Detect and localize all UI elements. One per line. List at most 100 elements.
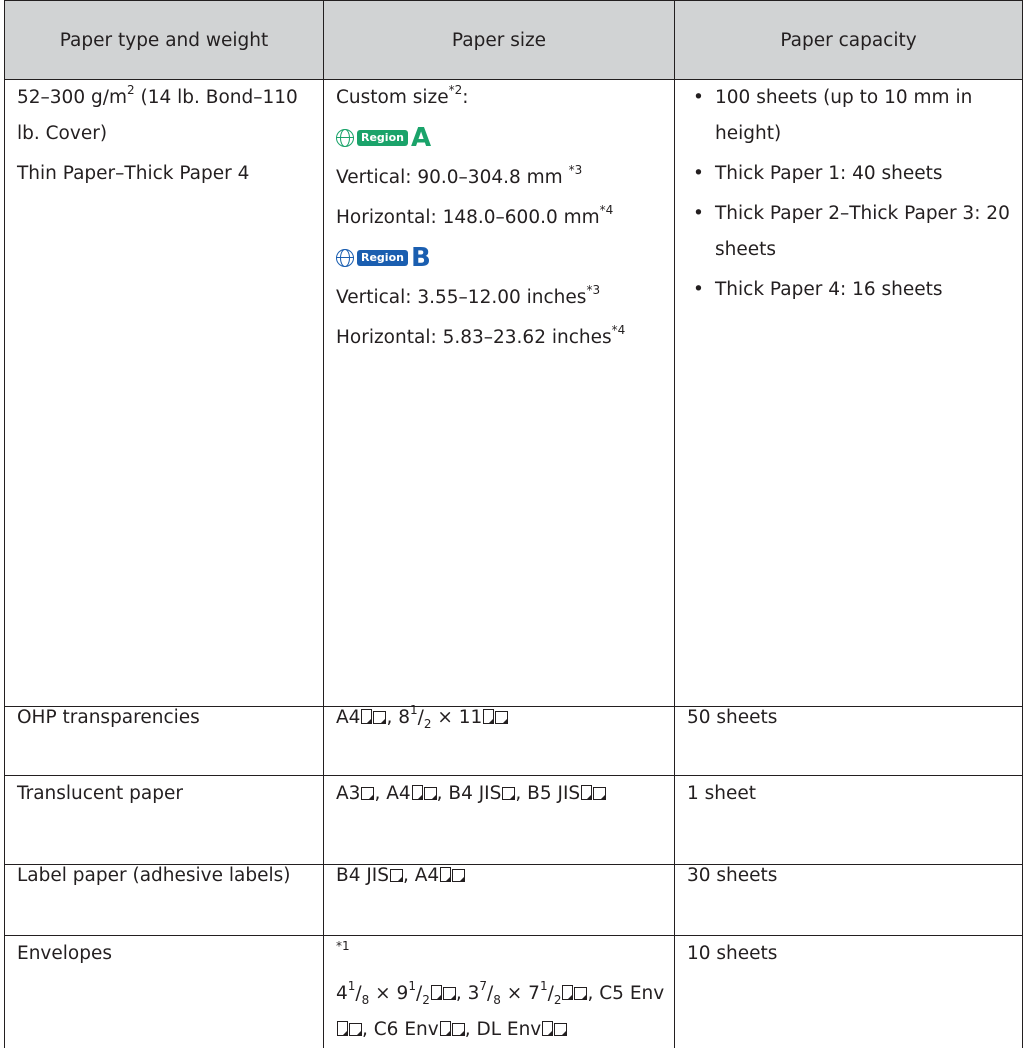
envelope-size-text: 4	[336, 983, 348, 1004]
envelope-size-text: , DL Env	[465, 1019, 542, 1040]
landscape-feed-icon	[373, 711, 386, 724]
envelope-sizes: 41/8 × 91/2, 37/8 × 71/2, C5 Env, C6 Env…	[336, 976, 666, 1048]
envelope-size-text: × 7	[501, 983, 540, 1004]
type-text: Envelopes	[17, 936, 315, 972]
vertical-text: Vertical: 90.0–304.8 mm	[336, 167, 569, 188]
footnote-ref: *3	[569, 163, 583, 177]
region-b-icon: Region B	[336, 242, 431, 274]
landscape-feed-icon	[361, 787, 374, 800]
fraction-numerator: 1	[410, 703, 418, 717]
capacity-text: Thick Paper 4: 16 sheets	[715, 279, 943, 300]
cell-paper-capacity: 50 sheets	[675, 707, 1023, 776]
landscape-feed-icon	[424, 787, 437, 800]
custom-size-text: Custom size	[336, 87, 449, 108]
thickness-range: Thin Paper–Thick Paper 4	[17, 156, 315, 192]
footnote-ref: *4	[600, 203, 614, 217]
capacity-text: 100 sheets (up to 10 mm in height)	[715, 87, 972, 144]
region-letter: A	[411, 125, 431, 151]
fraction-denominator: 8	[493, 993, 501, 1007]
size-b4: B4 JIS	[336, 865, 389, 886]
table-row: Translucent paper A3, A4, B4 JIS, B5 JIS…	[5, 776, 1023, 865]
cell-paper-type: OHP transparencies	[5, 707, 324, 776]
bullet: •	[693, 80, 704, 116]
footnote-ref: *3	[586, 283, 600, 297]
portrait-feed-icon	[361, 709, 372, 724]
portrait-feed-icon	[412, 785, 423, 800]
envelope-size-text: × 9	[369, 983, 408, 1004]
weight-range: 52–300 g/m2 (14 lb. Bond–110 lb. Cover)	[17, 80, 315, 152]
fraction-denominator: 2	[424, 717, 432, 731]
region-b-badge: Region B	[336, 240, 666, 276]
portrait-feed-icon	[440, 1021, 451, 1036]
capacity-list: •100 sheets (up to 10 mm in height) •Thi…	[687, 80, 1014, 308]
envelope-size-text: , C5 Env	[587, 983, 664, 1004]
capacity-text: 1 sheet	[687, 776, 1014, 812]
portrait-feed-icon	[581, 785, 592, 800]
paper-spec-table: Paper type and weight Paper size Paper c…	[4, 0, 1023, 1048]
size-a4: , A4	[374, 783, 410, 804]
portrait-feed-icon	[337, 1021, 348, 1036]
cell-paper-capacity: •100 sheets (up to 10 mm in height) •Thi…	[675, 80, 1023, 707]
portrait-feed-icon	[562, 985, 573, 1000]
region-tag: Region	[357, 250, 408, 266]
region-b-vertical: Vertical: 3.55–12.00 inches*3	[336, 280, 666, 316]
envelope-footnote: *1	[336, 936, 666, 972]
landscape-feed-icon	[554, 1023, 567, 1036]
type-text: Translucent paper	[17, 776, 315, 812]
cell-paper-size: A4, 81/2 × 11	[324, 707, 675, 776]
cell-paper-capacity: 1 sheet	[675, 776, 1023, 865]
size-b4: , B4 JIS	[437, 783, 502, 804]
cell-paper-type: Envelopes	[5, 936, 324, 1048]
fraction-numerator: 1	[540, 979, 548, 993]
bullet: •	[693, 272, 704, 308]
region-a-badge: Region A	[336, 120, 666, 156]
landscape-feed-icon	[443, 987, 456, 1000]
globe-icon	[336, 129, 354, 147]
region-a-icon: Region A	[336, 122, 431, 154]
size-list: A3, A4, B4 JIS, B5 JIS	[336, 776, 666, 812]
portrait-feed-icon	[431, 985, 442, 1000]
list-item: • 100 sheets (up to 10 mm in height)	[687, 80, 1014, 152]
footnote-ref: *4	[612, 323, 626, 337]
cell-paper-capacity: 10 sheets	[675, 936, 1023, 1048]
size-a3: A3	[336, 783, 360, 804]
list-item: •Thick Paper 1: 40 sheets	[687, 156, 1014, 192]
landscape-feed-icon	[574, 987, 587, 1000]
landscape-feed-icon	[349, 1023, 362, 1036]
region-tag: Region	[357, 130, 408, 146]
landscape-feed-icon	[495, 711, 508, 724]
region-letter: B	[411, 245, 431, 271]
colon: :	[462, 87, 468, 108]
cell-paper-size: *1 41/8 × 91/2, 37/8 × 71/2, C5 Env, C6 …	[324, 936, 675, 1048]
size-letter-height: × 11	[432, 707, 483, 728]
horizontal-text: Horizontal: 5.83–23.62 inches	[336, 327, 612, 348]
table-row: Envelopes *1 41/8 × 91/2, 37/8 × 71/2, C…	[5, 936, 1023, 1048]
bullet: •	[693, 196, 704, 232]
custom-size-label: Custom size*2:	[336, 80, 666, 116]
fraction-denominator: 8	[362, 993, 370, 1007]
landscape-feed-icon	[452, 1023, 465, 1036]
fraction-numerator: 1	[408, 979, 416, 993]
landscape-feed-icon	[390, 869, 403, 882]
cell-paper-type: Translucent paper	[5, 776, 324, 865]
portrait-feed-icon	[440, 867, 451, 882]
portrait-feed-icon	[542, 1021, 553, 1036]
landscape-feed-icon	[452, 869, 465, 882]
size-letter-whole: , 8	[386, 707, 410, 728]
size-a4: A4	[336, 707, 360, 728]
landscape-feed-icon	[593, 787, 606, 800]
weight-unit-exponent: 2	[127, 83, 135, 97]
region-b-horizontal: Horizontal: 5.83–23.62 inches*4	[336, 320, 666, 356]
header-paper-capacity: Paper capacity	[675, 1, 1023, 80]
size-a4: , A4	[403, 865, 439, 886]
vertical-text: Vertical: 3.55–12.00 inches	[336, 287, 586, 308]
footnote-ref: *1	[336, 939, 350, 953]
fraction-denominator: 2	[554, 993, 562, 1007]
fraction-numerator: 7	[479, 979, 487, 993]
capacity-text: Thick Paper 2–Thick Paper 3: 20 sheets	[715, 203, 1010, 260]
capacity-text: 10 sheets	[687, 936, 1014, 972]
bullet: •	[693, 156, 704, 192]
portrait-feed-icon	[483, 709, 494, 724]
header-paper-type: Paper type and weight	[5, 1, 324, 80]
list-item: • Thick Paper 4: 16 sheets	[687, 272, 1014, 308]
